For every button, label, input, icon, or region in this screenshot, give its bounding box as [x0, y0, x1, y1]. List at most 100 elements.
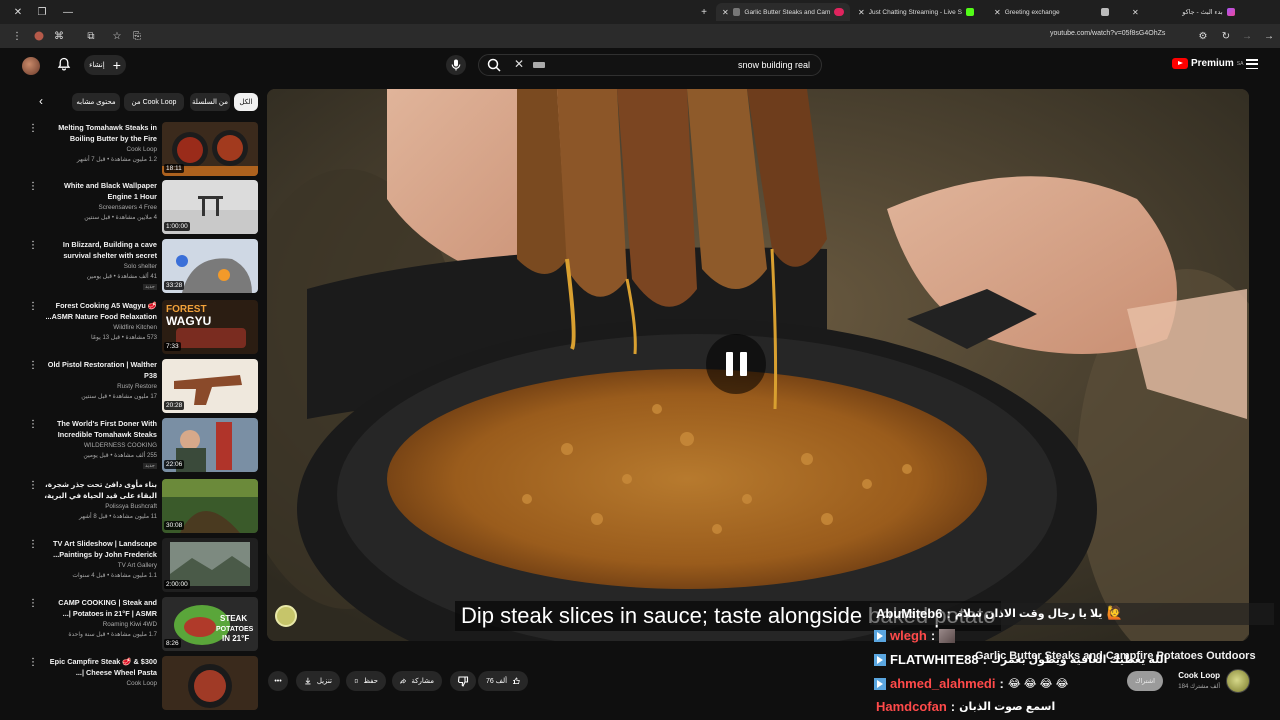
account-avatar[interactable] [22, 57, 40, 75]
like-button[interactable]: 76 ألف [478, 671, 528, 691]
platform-badge-icon [874, 629, 886, 642]
chat-separator: : [950, 699, 956, 714]
share-button[interactable]: مشاركة [392, 671, 442, 691]
related-video-item[interactable]: ⋮ TV Art Slideshow | Landscape Paintings … [0, 538, 262, 594]
forward-icon[interactable]: → [1240, 29, 1254, 43]
new-tab-icon[interactable]: + [692, 0, 716, 24]
related-video-meta: 17 مليون مشاهدة • قبل سنتين [81, 394, 157, 400]
related-video-title[interactable]: In Blizzard, Building a cave survival sh… [40, 239, 157, 261]
related-video-channel[interactable]: Polissya Bushcraft [40, 503, 157, 510]
search-icon[interactable] [486, 57, 502, 73]
site-settings-icon[interactable]: ⚙ [1196, 29, 1210, 43]
related-video-title[interactable]: Old Pistol Restoration | Walther P38 [40, 359, 157, 381]
pause-button[interactable] [706, 334, 766, 394]
related-video-title[interactable]: Melting Tomahawk Steaks in Boiling Butte… [40, 122, 157, 144]
video-menu-icon[interactable]: ⋮ [28, 241, 38, 251]
related-video-item[interactable]: ⋮ بناء مأوى دافئ تحت جذر شجرة، البقاء على… [0, 479, 262, 535]
related-video-channel[interactable]: Cook Loop [40, 146, 157, 153]
chip-from-series[interactable]: من السلسلة [190, 93, 230, 111]
chat-message: Hamdcofan: اسمع صوت الذبان [876, 699, 1055, 714]
share-icon [400, 678, 407, 684]
plus-icon: + [112, 57, 121, 73]
related-video-channel[interactable]: Roaming Kiwi 4WD [40, 621, 157, 628]
youtube-premium-logo[interactable]: Premium SA [1172, 58, 1243, 69]
download-button[interactable]: تنزيل [296, 671, 340, 691]
related-video-channel[interactable]: Cook Loop [40, 680, 157, 687]
extensions-icon[interactable]: ⌘ [52, 29, 66, 43]
related-video-channel[interactable]: WILDERNESS COOKING [40, 442, 157, 449]
download-label: تنزيل [316, 678, 332, 685]
related-video-title[interactable]: CAMP COOKING | Steak and Potatoes in 21°… [40, 597, 157, 619]
window-restore-icon[interactable]: ❐ [30, 0, 54, 24]
related-video-item[interactable]: ⋮ Melting Tomahawk Steaks in Boiling Butt… [0, 122, 262, 178]
related-video-item[interactable]: ⋮ In Blizzard, Building a cave survival s… [0, 239, 262, 295]
tab-close-icon[interactable]: ✕ [1132, 8, 1139, 17]
channel-avatar[interactable] [1226, 669, 1250, 693]
save-button[interactable]: حفظ [346, 671, 386, 691]
tab-close-icon[interactable]: ✕ [722, 8, 729, 17]
chat-username: Hamdcofan [876, 699, 947, 714]
related-video-item[interactable]: ⋮ Old Pistol Restoration | Walther P38 Rus… [0, 359, 262, 415]
keyboard-icon[interactable] [533, 62, 545, 68]
chip-all[interactable]: الكل [234, 93, 258, 111]
chip-similar[interactable]: محتوى مشابه [72, 93, 120, 111]
tab-close-icon[interactable]: ✕ [994, 8, 1001, 17]
related-video-title[interactable]: بناء مأوى دافئ تحت جذر شجرة، البقاء على … [40, 479, 157, 501]
subscribe-button[interactable]: اشتراك [1127, 671, 1163, 691]
related-video-item[interactable]: ⋮ Epic Campfire Steak 🥩 & $300 Cheese Whe… [0, 656, 262, 712]
reload-icon[interactable]: ↻ [1219, 29, 1233, 43]
video-menu-icon[interactable]: ⋮ [28, 124, 38, 134]
related-video-title[interactable]: Epic Campfire Steak 🥩 & $300 Cheese Whee… [40, 656, 157, 678]
chip-from-channel[interactable]: من Cook Loop [124, 93, 184, 111]
tab-garlic-butter[interactable]: ✕ Garlic Butter Steaks and Cam [716, 3, 850, 21]
video-menu-icon[interactable]: ⋮ [28, 540, 38, 550]
notifications-bell-icon[interactable] [56, 57, 72, 73]
tab-close-icon[interactable]: ✕ [858, 8, 865, 17]
search-input[interactable]: snow building real [600, 60, 810, 70]
bookmark-star-icon[interactable]: ☆ [110, 29, 124, 43]
window-close-icon[interactable]: ✕ [6, 0, 30, 24]
create-button[interactable]: إنشاء + [84, 55, 126, 75]
tab-greeting[interactable]: ✕ Greeting exchange [988, 3, 1120, 21]
video-menu-icon[interactable]: ⋮ [28, 182, 38, 192]
install-icon[interactable]: ⎘ [130, 29, 144, 43]
related-video-channel[interactable]: Rusty Restore [40, 383, 157, 390]
video-menu-icon[interactable]: ⋮ [28, 361, 38, 371]
related-video-channel[interactable]: Screensavers 4 Free [40, 204, 157, 211]
related-video-channel[interactable]: Solo shelter [40, 263, 157, 270]
url-text[interactable]: youtube.com/watch?v=05f8sG4OhZs [1050, 30, 1165, 37]
dislike-button[interactable] [450, 671, 476, 691]
related-video-title[interactable]: The World's First Doner With Incredible … [40, 418, 157, 440]
related-video-channel[interactable]: TV Art Gallery [40, 562, 157, 569]
related-video-title[interactable]: TV Art Slideshow | Landscape Paintings b… [40, 538, 157, 560]
guide-menu-icon[interactable] [1246, 59, 1258, 69]
menu-dots-icon[interactable]: ⋮ [10, 29, 24, 43]
video-menu-icon[interactable]: ⋮ [28, 420, 38, 430]
related-video-item[interactable]: ⋮ The World's First Doner With Incredible… [0, 418, 262, 474]
voice-search-button[interactable] [446, 55, 466, 75]
clear-search-icon[interactable]: ✕ [514, 57, 524, 71]
related-video-thumbnail[interactable] [162, 656, 258, 710]
window-minimize-icon[interactable]: — [56, 0, 80, 24]
more-actions-button[interactable]: ••• [268, 671, 288, 691]
related-video-channel[interactable]: Wildfire Kitchen [40, 324, 157, 331]
profile-icon[interactable] [32, 29, 46, 43]
tab-start-stream[interactable]: ✕ بدء البث - جاكو [1126, 3, 1258, 21]
audio-playing-icon[interactable] [834, 8, 844, 16]
share-page-icon[interactable]: ⧉ [84, 29, 98, 43]
video-menu-icon[interactable]: ⋮ [28, 481, 38, 491]
video-menu-icon[interactable]: ⋮ [28, 302, 38, 312]
chips-back-icon[interactable]: ‹ [34, 94, 48, 110]
related-video-title[interactable]: Forest Cooking A5 Wagyu 🥩 ASMR Nature Fo… [40, 300, 157, 322]
related-video-title[interactable]: White and Black Wallpaper Engine 1 Hour [40, 180, 157, 202]
related-video-item[interactable]: ⋮ CAMP COOKING | Steak and Potatoes in 21… [0, 597, 262, 653]
related-video-item[interactable]: ⋮ White and Black Wallpaper Engine 1 Hour… [0, 180, 262, 236]
channel-name[interactable]: Cook Loop [1160, 671, 1220, 680]
related-video-item[interactable]: ⋮ Forest Cooking A5 Wagyu 🥩 ASMR Nature F… [0, 300, 262, 356]
video-menu-icon[interactable]: ⋮ [28, 599, 38, 609]
back-icon[interactable]: → [1262, 29, 1276, 43]
download-icon [305, 677, 311, 685]
tab-just-chatting[interactable]: ✕ Just Chatting Streaming - Live S [852, 3, 982, 21]
channel-watermark[interactable] [275, 605, 297, 627]
video-menu-icon[interactable]: ⋮ [28, 658, 38, 668]
